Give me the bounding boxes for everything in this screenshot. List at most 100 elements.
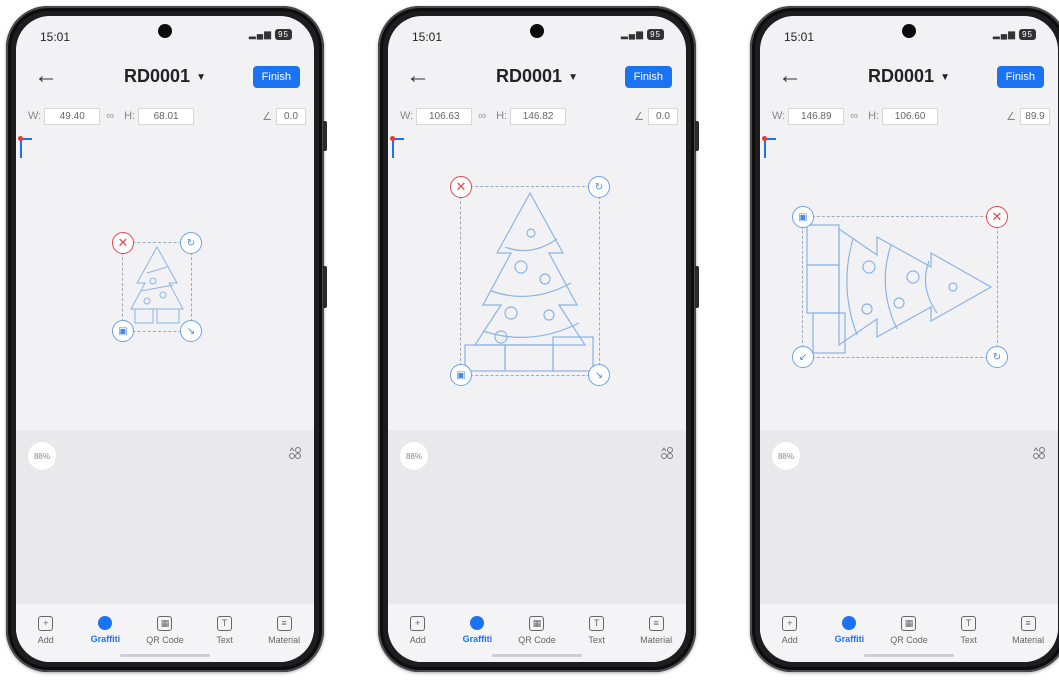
title-text: RD0001 (496, 66, 563, 86)
add-icon: + (410, 616, 426, 631)
tab-label: Graffiti (462, 634, 493, 644)
angle-field[interactable]: 0.0 (648, 107, 678, 125)
dimension-bar: W: 49.40 ∞ H: 68.01 ∠ 0.0 (24, 98, 306, 134)
width-field[interactable]: 146.89 (788, 107, 845, 125)
phone-3: 15:01 ▂▄▆ 95 ← RD0001 ▼ Finish W: 146.89 … (750, 6, 1059, 672)
width-field[interactable]: 49.40 (44, 107, 101, 125)
material-icon: ≡ (276, 616, 292, 631)
dimension-bar: W: 106.63 ∞ H: 146.82 ∠ 0.0 (396, 98, 678, 134)
height-field[interactable]: 68.01 (138, 107, 195, 125)
tab-label: Material (640, 635, 673, 645)
angle-field[interactable]: 89.9 (1020, 107, 1050, 125)
caret-down-icon: ▼ (196, 71, 206, 83)
battery-indicator: 95 (647, 29, 664, 40)
power-button (695, 121, 699, 151)
title-text: RD0001 (124, 66, 191, 86)
height-label: H: (496, 110, 508, 122)
text-icon: T (589, 616, 605, 631)
phone-1: 15:01 ▂▄▆ 95 ← RD0001 ▼ Finish W: 49.40 ∞… (6, 6, 327, 672)
add-icon: + (38, 616, 54, 631)
selection-box[interactable] (460, 186, 600, 376)
rotate-handle-icon[interactable]: ↻ (986, 346, 1008, 368)
finish-button[interactable]: Finish (996, 66, 1044, 88)
rotate-handle-icon[interactable]: ↻ (180, 232, 202, 254)
height-field[interactable]: 146.82 (510, 107, 567, 125)
tab-material[interactable]: ≡ Material (259, 616, 309, 645)
lock-ratio-icon[interactable]: ∞ (850, 110, 858, 122)
design-canvas[interactable]: ✕ ▣ ↙ ↻ (760, 134, 1058, 430)
tree-graphic (806, 224, 993, 354)
angle-field[interactable]: 0.0 (276, 107, 306, 125)
gesture-bar (864, 654, 954, 657)
title-text: RD0001 (868, 66, 935, 86)
top-nav: ← RD0001 ▼ Finish (388, 56, 686, 98)
power-button (323, 121, 327, 151)
tab-qr-code[interactable]: ▦ QR Code (512, 616, 562, 645)
add-icon: + (782, 616, 798, 631)
qr-code-icon: ▦ (157, 616, 173, 631)
resize-handle-icon[interactable]: ↘ (180, 320, 202, 342)
delete-handle-icon[interactable]: ✕ (112, 232, 134, 254)
resize-handle-icon[interactable]: ↘ (588, 364, 610, 386)
status-bar: 15:01 ▂▄▆ 95 (16, 16, 314, 56)
tab-text[interactable]: T Text (944, 616, 994, 645)
battery-indicator: 95 (275, 29, 292, 40)
rotate-handle-icon[interactable]: ↻ (588, 176, 610, 198)
tab-material[interactable]: ≡ Material (631, 616, 681, 645)
layer-handle-icon[interactable]: ▣ (792, 206, 814, 228)
tab-label: Material (1012, 635, 1045, 645)
zoom-indicator[interactable]: 88% (772, 442, 800, 470)
text-icon: T (217, 616, 233, 631)
tab-label: QR Code (890, 635, 928, 645)
delete-handle-icon[interactable]: ✕ (450, 176, 472, 198)
layout-icon[interactable] (660, 446, 674, 460)
resize-handle-icon[interactable]: ↙ (792, 346, 814, 368)
top-nav: ← RD0001 ▼ Finish (760, 56, 1058, 98)
design-canvas[interactable]: ✕ ↻ ▣ ↘ (16, 134, 314, 430)
tab-graffiti[interactable]: Graffiti (452, 616, 502, 644)
palette-icon (98, 616, 113, 630)
finish-button[interactable]: Finish (624, 66, 672, 88)
tab-graffiti[interactable]: Graffiti (80, 616, 130, 644)
height-label: H: (124, 110, 136, 122)
qr-code-icon: ▦ (529, 616, 545, 631)
tab-qr-code[interactable]: ▦ QR Code (884, 616, 934, 645)
front-camera (530, 24, 544, 38)
tab-label: Text (216, 635, 233, 645)
tab-add[interactable]: + Add (393, 616, 443, 645)
zoom-indicator[interactable]: 88% (28, 442, 56, 470)
tab-qr-code[interactable]: ▦ QR Code (140, 616, 190, 645)
tab-add[interactable]: + Add (21, 616, 71, 645)
selection-box[interactable] (802, 216, 998, 358)
tab-text[interactable]: T Text (572, 616, 622, 645)
layout-icon[interactable] (1032, 446, 1046, 460)
layer-handle-icon[interactable]: ▣ (450, 364, 472, 386)
dimension-bar: W: 146.89 ∞ H: 106.60 ∠ 89.9 (768, 98, 1050, 134)
width-label: W: (772, 110, 786, 122)
status-icons: ▂▄▆ 95 (249, 29, 292, 40)
tab-text[interactable]: T Text (200, 616, 250, 645)
height-field[interactable]: 106.60 (882, 107, 939, 125)
lock-ratio-icon[interactable]: ∞ (106, 110, 114, 122)
lock-ratio-icon[interactable]: ∞ (478, 110, 486, 122)
design-canvas[interactable]: ✕ ↻ ▣ ↘ (388, 134, 686, 430)
screen: 15:01 ▂▄▆ 95 ← RD0001 ▼ Finish W: 49.40 ∞… (16, 16, 314, 662)
selection-box[interactable] (122, 242, 192, 332)
status-icons: ▂▄▆ 95 (993, 29, 1036, 40)
zoom-indicator[interactable]: 88% (400, 442, 428, 470)
delete-handle-icon[interactable]: ✕ (986, 206, 1008, 228)
finish-button[interactable]: Finish (252, 66, 300, 88)
tab-label: Add (37, 635, 54, 645)
width-label: W: (400, 110, 414, 122)
layout-icon[interactable] (288, 446, 302, 460)
front-camera (902, 24, 916, 38)
tab-graffiti[interactable]: Graffiti (824, 616, 874, 644)
width-field[interactable]: 106.63 (416, 107, 473, 125)
tab-material[interactable]: ≡ Material (1003, 616, 1053, 645)
bottom-panel: 88% (388, 430, 686, 604)
phone-2: 15:01 ▂▄▆ 95 ← RD0001 ▼ Finish W: 106.63 … (378, 6, 699, 672)
tab-add[interactable]: + Add (765, 616, 815, 645)
layer-handle-icon[interactable]: ▣ (112, 320, 134, 342)
tab-label: Material (268, 635, 301, 645)
palette-icon (470, 616, 485, 630)
